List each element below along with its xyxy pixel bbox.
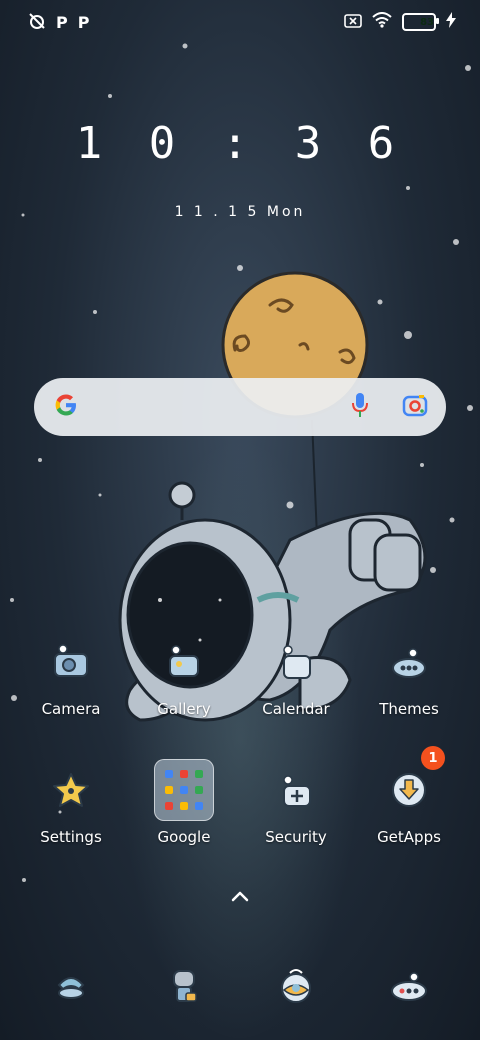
p-notification-icon: P xyxy=(56,13,68,32)
app-label: Calendar xyxy=(262,700,330,718)
p-notification-icon: P xyxy=(77,13,90,32)
notification-badge: 1 xyxy=(421,746,445,770)
app-label: Gallery xyxy=(157,700,211,718)
app-security[interactable]: Security xyxy=(241,760,351,846)
phone-icon xyxy=(41,955,101,1015)
camera-icon xyxy=(41,632,101,692)
shop-icon xyxy=(379,955,439,1015)
app-getapps[interactable]: 1 GetApps xyxy=(354,746,464,846)
app-label: GetApps xyxy=(377,828,441,846)
clock-time[interactable]: 1 0 : 3 6 xyxy=(0,118,480,169)
calendar-icon xyxy=(266,632,326,692)
dock-messages[interactable] xyxy=(129,955,239,1015)
status-bar: P P 83 xyxy=(0,0,480,44)
app-label: Security xyxy=(265,828,327,846)
app-camera[interactable]: Camera xyxy=(16,632,126,718)
app-calendar[interactable]: Calendar xyxy=(241,632,351,718)
dock-phone[interactable] xyxy=(16,955,126,1015)
battery-icon: 83 xyxy=(402,13,439,31)
themes-icon xyxy=(379,632,439,692)
wifi-icon xyxy=(372,12,392,32)
browser-icon xyxy=(266,955,326,1015)
messages-robot-icon xyxy=(154,955,214,1015)
microphone-icon[interactable] xyxy=(350,391,370,423)
app-google-folder[interactable]: Google xyxy=(129,759,239,846)
chevron-up-icon[interactable] xyxy=(228,884,252,908)
battery-level-text: 83 xyxy=(420,16,434,28)
star-settings-icon xyxy=(41,760,101,820)
sim-x-icon xyxy=(344,13,362,32)
app-gallery[interactable]: Gallery xyxy=(129,632,239,718)
folder-icon xyxy=(154,759,214,821)
app-label: Camera xyxy=(41,700,101,718)
clock-date[interactable]: 1 1 . 1 5 Mon xyxy=(0,204,480,220)
alarm-off-icon xyxy=(28,12,46,34)
app-label: Themes xyxy=(379,700,439,718)
dock-shop[interactable] xyxy=(354,955,464,1015)
charging-icon xyxy=(446,12,456,32)
gallery-icon xyxy=(154,632,214,692)
lens-camera-icon[interactable] xyxy=(402,392,428,422)
download-arrow-icon: 1 xyxy=(379,746,445,820)
security-plus-icon xyxy=(266,760,326,820)
app-themes[interactable]: Themes xyxy=(354,632,464,718)
google-g-icon xyxy=(52,391,80,423)
app-label: Settings xyxy=(40,828,102,846)
app-label: Google xyxy=(157,828,211,846)
app-settings[interactable]: Settings xyxy=(16,760,126,846)
dock-browser[interactable] xyxy=(241,955,351,1015)
google-search-bar[interactable] xyxy=(34,378,446,436)
